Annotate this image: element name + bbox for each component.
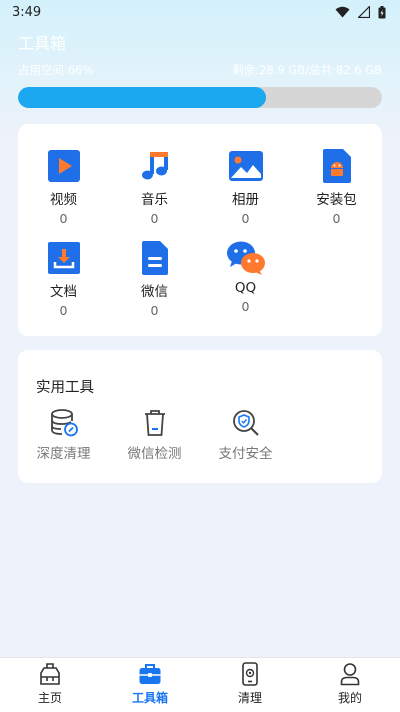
wechat-logo-icon — [226, 241, 265, 275]
bottom-tab-bar: 主页 工具箱 清理 我的 — [0, 657, 400, 712]
home-icon — [40, 663, 60, 685]
tool-label: 深度清理 — [36, 446, 91, 462]
tab-home[interactable]: 主页 — [0, 658, 100, 712]
category-music[interactable]: 音乐 0 — [109, 146, 200, 230]
document-icon — [47, 242, 80, 274]
category-count: 0 — [241, 299, 250, 314]
signal-icon — [358, 6, 370, 18]
wechat-file-icon — [141, 241, 168, 275]
category-album[interactable]: 相册 0 — [200, 146, 291, 230]
status-bar: 3:49 — [0, 0, 400, 24]
storage-progress-bar — [18, 87, 382, 108]
category-label: 音乐 — [141, 192, 168, 208]
category-label: QQ — [234, 280, 257, 296]
apk-icon — [322, 149, 351, 183]
category-label: 安装包 — [316, 192, 357, 208]
storage-remaining-text: 剩余:28.9 GB/ — [232, 63, 310, 77]
category-label: 相册 — [232, 192, 259, 208]
category-label: 视频 — [50, 192, 77, 208]
profile-icon — [340, 663, 360, 686]
file-categories-card: 视频 0 音乐 0 相册 0 安装包 0 文档 0 微信 0 QQ 0 — [18, 124, 382, 336]
tab-label: 主页 — [37, 691, 62, 705]
tab-label: 清理 — [237, 691, 262, 705]
tools-section-title: 实用工具 — [36, 380, 94, 396]
database-clean-icon — [50, 409, 78, 437]
category-qq[interactable]: QQ 0 — [200, 238, 291, 322]
category-count: 0 — [241, 211, 250, 226]
status-time: 3:49 — [12, 4, 42, 20]
tab-toolbox[interactable]: 工具箱 — [100, 658, 200, 712]
trash-bin-icon — [144, 410, 165, 436]
tool-deep-clean[interactable]: 深度清理 — [18, 408, 109, 462]
category-count: 0 — [150, 303, 159, 318]
category-count: 0 — [59, 211, 68, 226]
tab-label: 我的 — [337, 691, 362, 705]
category-count: 0 — [59, 303, 68, 318]
category-video[interactable]: 视频 0 — [18, 146, 109, 230]
tab-profile[interactable]: 我的 — [300, 658, 400, 712]
video-icon — [47, 150, 80, 182]
wifi-icon — [335, 6, 350, 18]
toolbox-icon — [139, 664, 161, 684]
phone-clean-icon — [242, 662, 258, 686]
storage-used-text: 占用空间:66% — [18, 63, 94, 77]
storage-total-text: 总共:82.6 GB — [309, 63, 382, 77]
album-icon — [228, 151, 263, 181]
category-label: 微信 — [141, 284, 168, 300]
tool-label: 支付安全 — [218, 446, 273, 462]
page-title: 工具箱 — [18, 34, 67, 53]
music-icon — [141, 152, 168, 180]
category-document[interactable]: 文档 0 — [18, 238, 109, 322]
storage-info: 占用空间:66% 剩余:28.9 GB/ 总共:82.6 GB — [18, 62, 382, 78]
tool-wechat-check[interactable]: 微信检测 — [109, 408, 200, 462]
category-count: 0 — [150, 211, 159, 226]
category-apk[interactable]: 安装包 0 — [291, 146, 382, 230]
tool-payment-security[interactable]: 支付安全 — [200, 408, 291, 462]
battery-icon — [378, 5, 386, 18]
tools-card: 实用工具 深度清理 微信检测 支付安全 — [18, 350, 382, 483]
search-shield-icon — [232, 410, 259, 436]
tab-clean[interactable]: 清理 — [200, 658, 300, 712]
storage-progress-fill — [18, 87, 266, 108]
category-count: 0 — [332, 211, 341, 226]
category-wechat[interactable]: 微信 0 — [109, 238, 200, 322]
tab-label: 工具箱 — [131, 691, 168, 705]
category-label: 文档 — [50, 284, 77, 300]
tool-label: 微信检测 — [127, 446, 182, 462]
